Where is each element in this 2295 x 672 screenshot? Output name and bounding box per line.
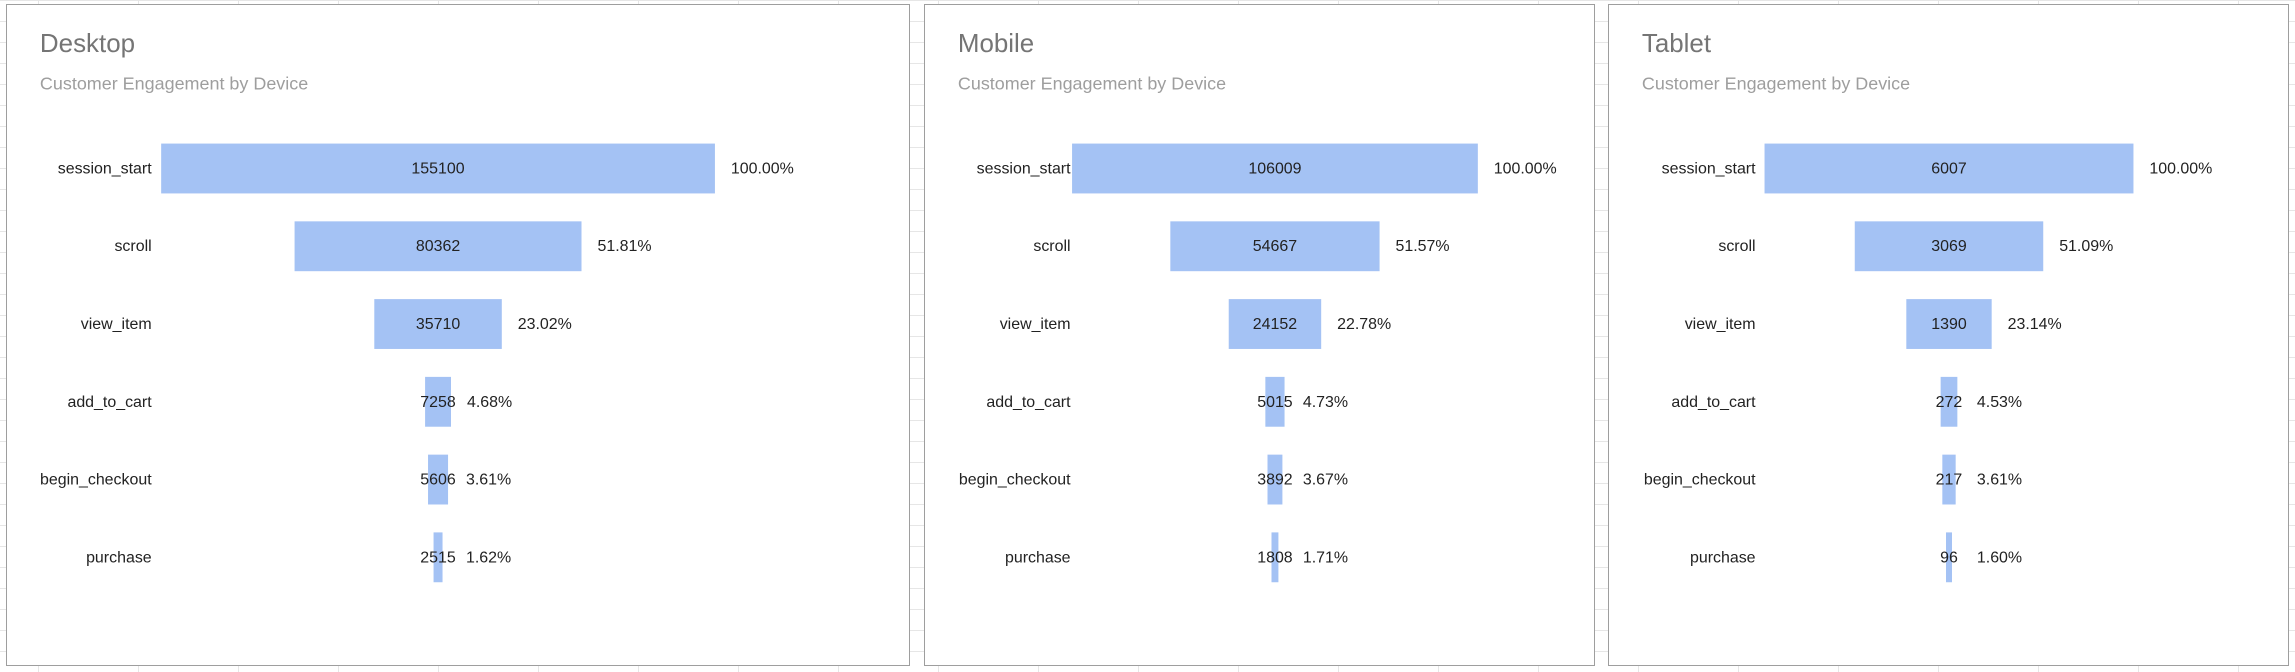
bar-value-label: 3892 [1257, 472, 1293, 489]
bar-value-label: 7258 [420, 394, 456, 411]
percent-label: 23.14% [2008, 316, 2062, 333]
bar-value-label: 2515 [420, 549, 456, 566]
category-label: purchase [86, 549, 152, 566]
bar-value-label: 1390 [1931, 316, 1967, 333]
percent-label: 51.81% [597, 238, 651, 255]
category-label: view_item [81, 316, 152, 333]
funnel-chart-tablet-svg: Tablet Customer Engagement by Device sessi… [1642, 30, 2212, 583]
bar-value-label: 3069 [1931, 238, 1967, 255]
funnel-chart-desktop[interactable]: Desktop Customer Engagement by Device sess… [6, 4, 910, 666]
chart-subtitle: Customer Engagement by Device [40, 74, 308, 94]
bar-value-label: 1808 [1257, 549, 1293, 566]
category-label: purchase [1690, 549, 1756, 566]
bar-value-label: 5015 [1257, 394, 1293, 411]
percent-label: 4.68% [467, 394, 512, 411]
chart-title: Desktop [40, 30, 135, 58]
percent-label: 4.73% [1303, 394, 1348, 411]
category-label: scroll [1033, 238, 1070, 255]
category-label: scroll [1718, 238, 1755, 255]
percent-label: 51.57% [1396, 238, 1450, 255]
bar-value-label: 272 [1936, 394, 1963, 411]
chart-subtitle: Customer Engagement by Device [958, 74, 1226, 94]
funnel-chart-mobile-svg: Mobile Customer Engagement by Device sessi… [958, 30, 1557, 583]
bar-value-label: 96 [1940, 549, 1958, 566]
category-label: session_start [977, 160, 1071, 177]
percent-label: 3.61% [1977, 472, 2022, 489]
percent-label: 4.53% [1977, 394, 2022, 411]
category-label: add_to_cart [986, 394, 1071, 411]
category-label: add_to_cart [67, 394, 152, 411]
category-label: session_start [1662, 160, 1756, 177]
bar-value-label: 6007 [1931, 160, 1967, 177]
category-label: session_start [58, 160, 153, 177]
percent-label: 51.09% [2059, 238, 2113, 255]
category-label: scroll [114, 238, 151, 255]
percent-label: 1.62% [466, 549, 511, 566]
funnel-chart-desktop-svg: Desktop Customer Engagement by Device sess… [40, 30, 794, 583]
percent-label: 3.67% [1303, 472, 1348, 489]
chart-subtitle: Customer Engagement by Device [1642, 74, 1910, 94]
percent-label: 1.60% [1977, 549, 2022, 566]
bar-value-label: 54667 [1253, 238, 1297, 255]
category-label: view_item [1000, 316, 1071, 333]
category-label: purchase [1005, 549, 1071, 566]
bar-value-label: 80362 [416, 238, 460, 255]
bar-value-label: 5606 [420, 472, 456, 489]
funnel-chart-tablet[interactable]: Tablet Customer Engagement by Device sessi… [1608, 4, 2289, 666]
percent-label: 100.00% [731, 160, 794, 177]
chart-title: Mobile [958, 30, 1034, 58]
category-label: begin_checkout [959, 472, 1071, 489]
bar-value-label: 106009 [1248, 160, 1301, 177]
bar-value-label: 35710 [416, 316, 460, 333]
category-label: view_item [1685, 316, 1756, 333]
bar-value-label: 217 [1936, 472, 1963, 489]
chart-title: Tablet [1642, 30, 1712, 58]
percent-label: 100.00% [1494, 160, 1557, 177]
percent-label: 1.71% [1303, 549, 1348, 566]
percent-label: 100.00% [2149, 160, 2212, 177]
percent-label: 3.61% [466, 472, 511, 489]
category-label: add_to_cart [1671, 394, 1756, 411]
category-label: begin_checkout [1644, 472, 1756, 489]
percent-label: 23.02% [518, 316, 572, 333]
bar-value-label: 155100 [411, 160, 464, 177]
category-label: begin_checkout [40, 472, 152, 489]
percent-label: 22.78% [1337, 316, 1391, 333]
funnel-chart-mobile[interactable]: Mobile Customer Engagement by Device sessi… [924, 4, 1595, 666]
bar-value-label: 24152 [1253, 316, 1297, 333]
